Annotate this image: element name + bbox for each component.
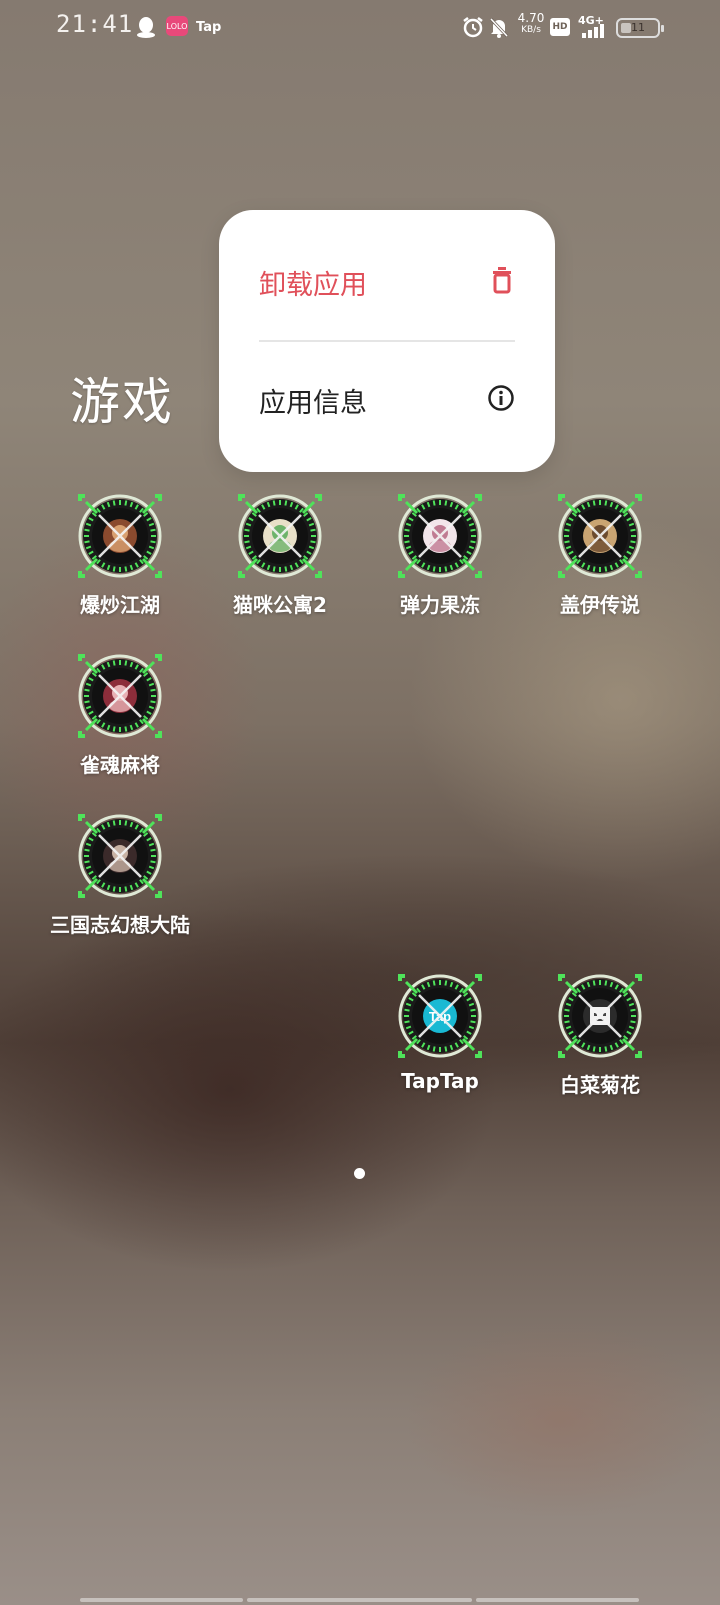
menu-divider — [259, 340, 515, 342]
app-badge-icon: LOLO — [166, 16, 188, 36]
app-icon-quehun-majiang[interactable]: 雀魂麻将 — [45, 653, 195, 793]
game-app-icon — [77, 493, 163, 579]
app-name: TapTap — [401, 1069, 479, 1093]
app-name: 白菜菊花 — [560, 1073, 640, 1097]
app-name: 雀魂麻将 — [80, 753, 160, 777]
game-app-icon — [557, 493, 643, 579]
app-icon-taptap[interactable]: Tap TapTap — [365, 973, 515, 1113]
app-icon-tanli-guodong[interactable]: 弹力果冻 — [365, 493, 515, 633]
nav-bar-segment — [476, 1598, 639, 1602]
alarm-icon — [462, 16, 484, 38]
nav-bar-segment — [80, 1598, 243, 1602]
app-name: 盖伊传说 — [560, 593, 640, 617]
battery-icon: 11 — [616, 18, 664, 38]
app-icon-baochao-jianghu[interactable]: 爆炒江湖 — [45, 493, 195, 633]
hd-badge: HD — [550, 18, 570, 36]
cell-signal-icon: 4G+ — [576, 14, 610, 40]
game-app-icon — [77, 653, 163, 739]
info-icon — [487, 384, 515, 416]
app-context-menu: 卸载应用 应用信息 — [219, 210, 555, 472]
trash-icon — [489, 266, 515, 298]
qq-icon — [136, 16, 156, 38]
clock: 21:41 — [56, 10, 134, 38]
app-name: 三国志幻想大陆 — [50, 913, 190, 937]
app-name: 爆炒江湖 — [80, 593, 160, 617]
app-info-label: 应用信息 — [259, 387, 367, 419]
status-bar: 21:41 LOLO Tap 4.70 KB/s HD 4G+ 11 — [0, 0, 720, 56]
uninstall-label: 卸载应用 — [259, 269, 367, 301]
taptap-app-icon: Tap — [397, 973, 483, 1059]
mute-bell-icon — [488, 16, 510, 38]
nav-bar-segment — [247, 1598, 472, 1602]
app-icon-gaiyi-chuanshuo[interactable]: 盖伊传说 — [525, 493, 675, 633]
folder-title[interactable]: 游戏 — [70, 362, 174, 434]
game-app-icon — [77, 813, 163, 899]
app-name: 猫咪公寓2 — [233, 593, 327, 617]
app-icon-baicai-juhua[interactable]: 白菜菊花 — [525, 973, 675, 1113]
uninstall-app-button[interactable]: 卸载应用 — [259, 257, 515, 307]
taptap-icon: Tap — [196, 19, 222, 35]
app-name: 弹力果冻 — [400, 593, 480, 617]
game-app-icon — [237, 493, 323, 579]
app-icon-maomi-gongyu[interactable]: 猫咪公寓2 — [205, 493, 355, 633]
game-app-icon — [557, 973, 643, 1059]
game-app-icon — [397, 493, 483, 579]
app-info-button[interactable]: 应用信息 — [259, 375, 515, 425]
page-indicator-dot[interactable] — [354, 1168, 365, 1179]
app-icon-sanguozhi[interactable]: 三国志幻想大陆 — [45, 813, 195, 953]
network-speed: 4.70 KB/s — [517, 11, 545, 35]
